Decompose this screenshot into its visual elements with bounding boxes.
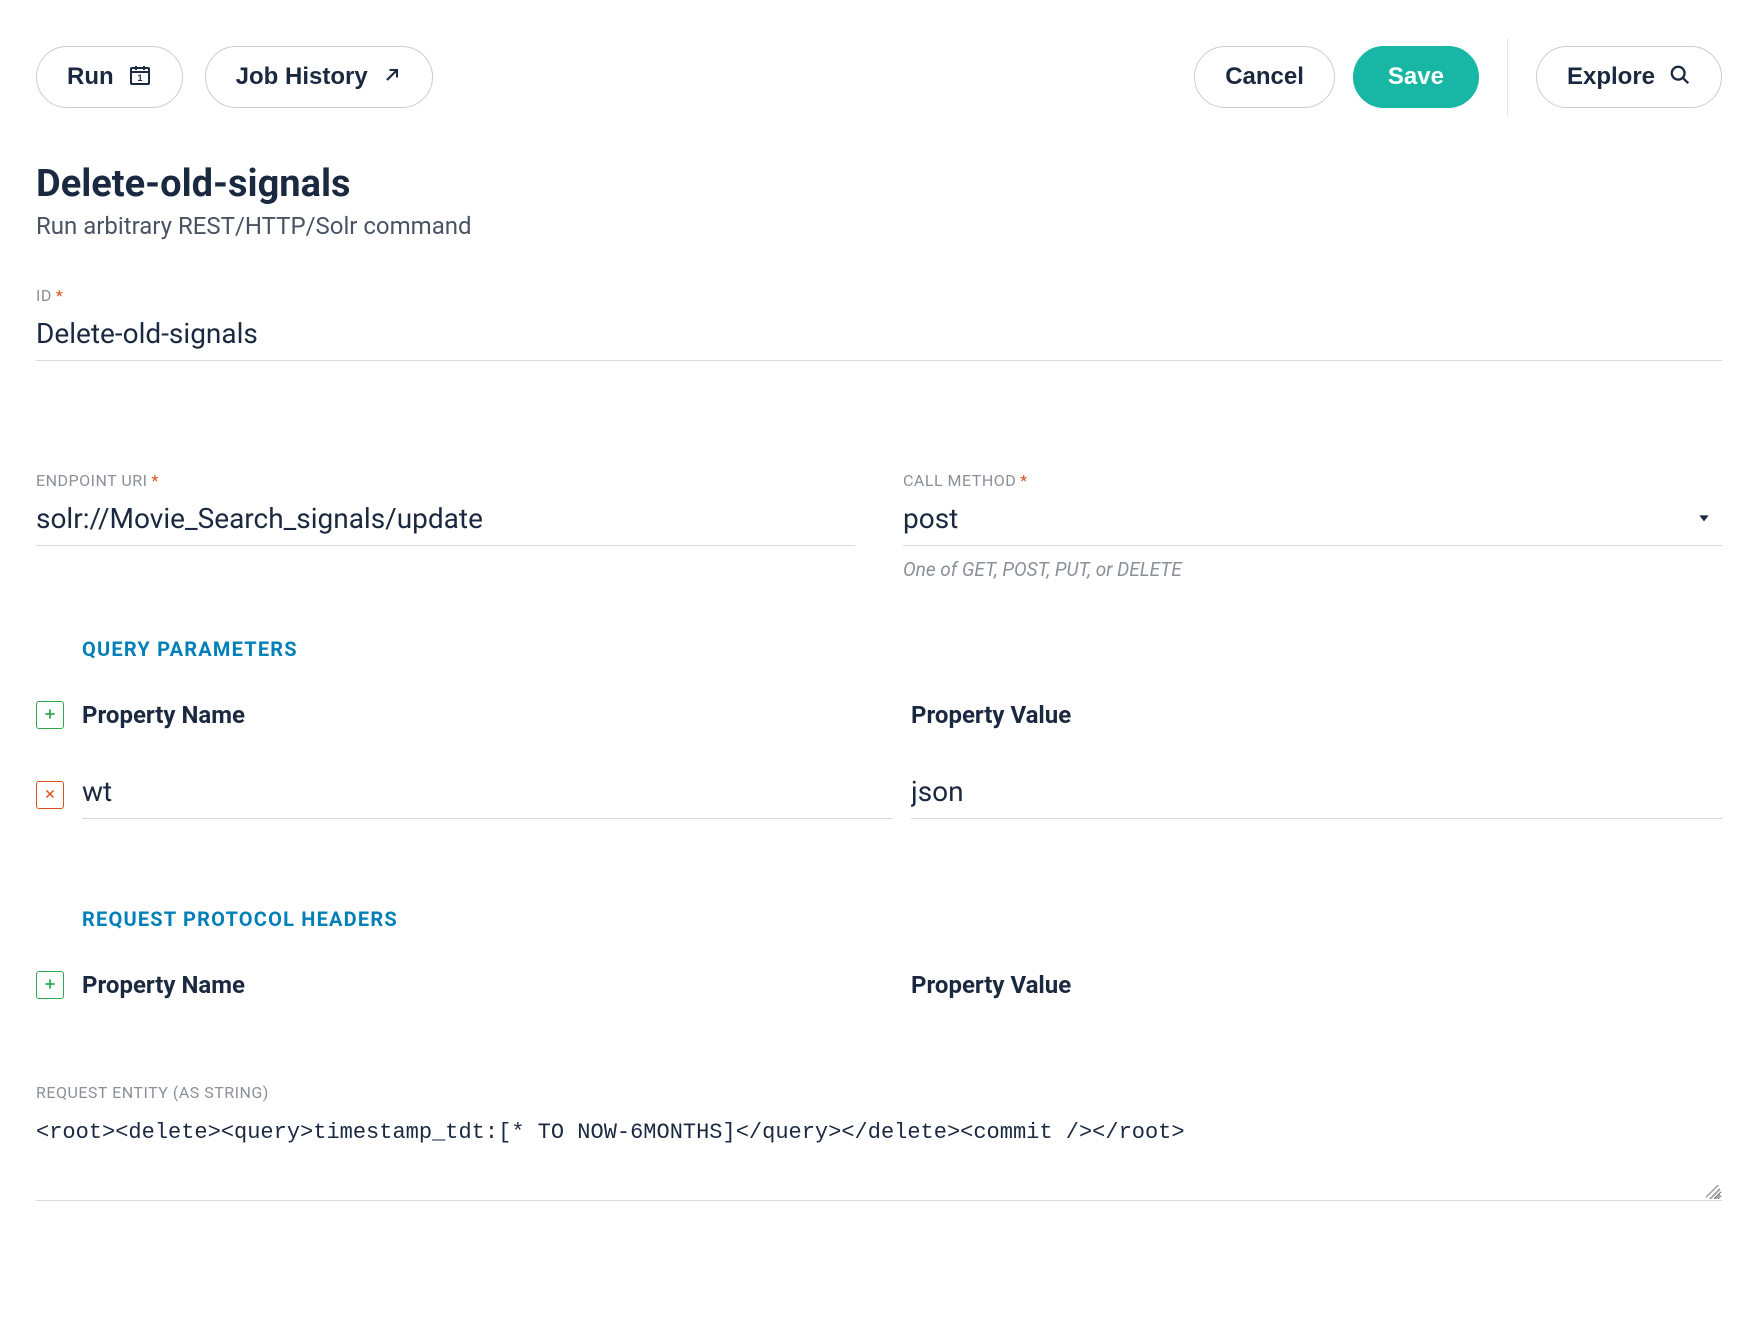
explore-label: Explore <box>1567 65 1655 89</box>
job-history-button[interactable]: Job History <box>205 46 433 108</box>
ph-value-header: Property Value <box>911 971 1722 999</box>
id-input[interactable] <box>36 311 1722 361</box>
query-params-heading: QUERY PARAMETERS <box>82 637 1722 661</box>
qp-value-input[interactable] <box>911 769 1722 819</box>
explore-button[interactable]: Explore <box>1536 46 1722 108</box>
cancel-button[interactable]: Cancel <box>1194 46 1335 108</box>
calendar-icon: 1 <box>128 63 152 92</box>
method-field-group: CALL METHOD* One of GET, POST, PUT, or D… <box>903 471 1722 581</box>
plus-icon <box>43 977 57 994</box>
toolbar-divider <box>1507 38 1508 116</box>
svg-text:1: 1 <box>137 73 142 83</box>
entity-label: REQUEST ENTITY (AS STRING) <box>36 1083 1722 1102</box>
page-subtitle: Run arbitrary REST/HTTP/Solr command <box>36 212 1722 240</box>
method-helper: One of GET, POST, PUT, or DELETE <box>903 558 1722 581</box>
add-query-param-button[interactable] <box>36 701 64 729</box>
request-entity-textarea[interactable] <box>36 1108 1722 1201</box>
close-icon <box>44 788 56 803</box>
endpoint-input[interactable] <box>36 496 855 546</box>
endpoint-label: ENDPOINT URI* <box>36 471 855 490</box>
qp-value-header: Property Value <box>911 701 1722 729</box>
id-field-group: ID* <box>36 286 1722 361</box>
proto-headers-heading: REQUEST PROTOCOL HEADERS <box>82 907 1722 931</box>
toolbar: Run 1 Job History <box>36 38 1722 116</box>
endpoint-field-group: ENDPOINT URI* <box>36 471 855 581</box>
save-label: Save <box>1388 65 1444 89</box>
history-label: Job History <box>236 65 368 89</box>
add-proto-header-button[interactable] <box>36 971 64 999</box>
id-label: ID* <box>36 286 1722 305</box>
qp-name-input[interactable] <box>82 769 893 819</box>
plus-icon <box>43 707 57 724</box>
query-param-row <box>36 769 1722 819</box>
remove-query-param-button[interactable] <box>36 781 64 809</box>
run-label: Run <box>67 65 114 89</box>
method-label: CALL METHOD* <box>903 471 1722 490</box>
qp-name-header: Property Name <box>82 701 893 729</box>
ph-name-header: Property Name <box>82 971 893 999</box>
cancel-label: Cancel <box>1225 65 1304 89</box>
search-icon <box>1669 64 1691 91</box>
query-params-header-row: Property Name Property Value <box>36 701 1722 729</box>
run-button[interactable]: Run 1 <box>36 46 183 108</box>
method-select[interactable] <box>903 496 1722 546</box>
save-button[interactable]: Save <box>1353 46 1479 108</box>
proto-headers-header-row: Property Name Property Value <box>36 971 1722 999</box>
external-link-icon <box>382 65 402 90</box>
page-title: Delete-old-signals <box>36 162 1722 206</box>
